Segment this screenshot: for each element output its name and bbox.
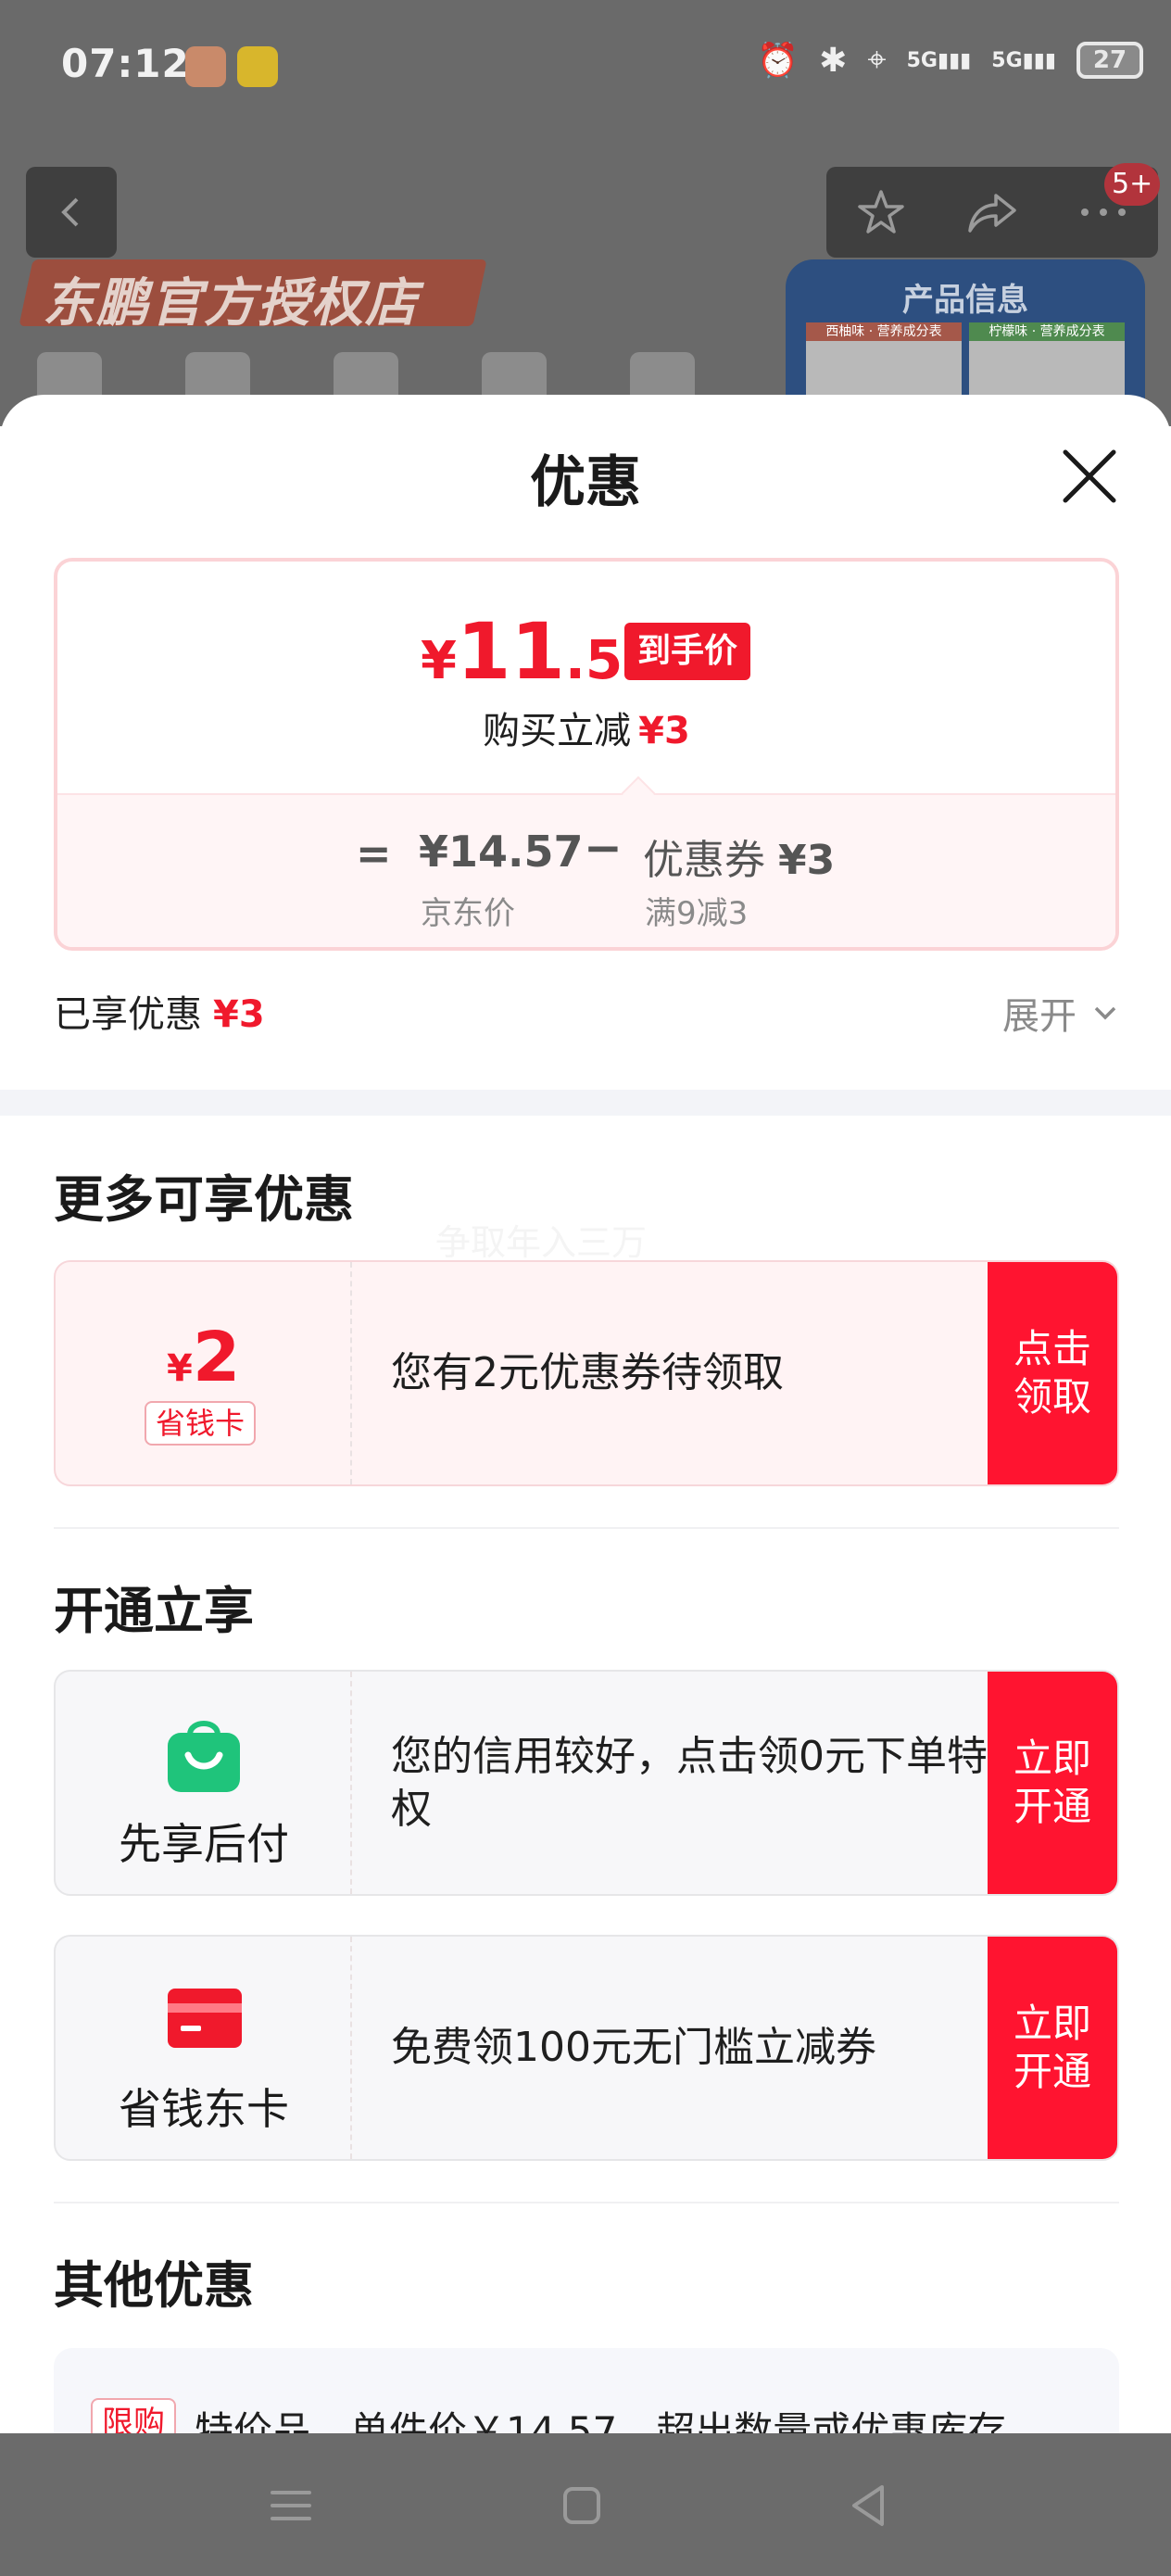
activate-button[interactable]: 立即开通 bbox=[988, 1672, 1117, 1894]
savings-card-offer: ¥2 省钱卡 您有2元优惠券待领取 点击领取 bbox=[54, 1260, 1119, 1486]
back-button[interactable] bbox=[26, 167, 117, 258]
status-bar: 07:12 ⏰ ✱ ⌖ 5G▮▮▮ 5G▮▮▮ 27 bbox=[0, 0, 1171, 139]
star-icon[interactable] bbox=[855, 186, 907, 238]
other-discounts-title: 其他优惠 bbox=[54, 2256, 254, 2315]
limit-tag: 限购 bbox=[91, 2398, 176, 2433]
coupon-amount: ¥2 bbox=[167, 1318, 241, 1397]
enjoyed-discount: 已享优惠 ¥3 bbox=[54, 993, 265, 1036]
coupon-condition: 满9减3 bbox=[645, 895, 749, 932]
offer-description: 您有2元优惠券待领取 bbox=[391, 1349, 784, 1397]
jd-price-label: 京东价 bbox=[421, 895, 515, 932]
store-name: 东鹏官方授权店 bbox=[43, 273, 419, 334]
pay-later-offer: 先享后付 您的信用较好，点击领0元下单特权 立即开通 bbox=[54, 1670, 1119, 1896]
other-discount-item: 限购 特价品，单件价￥14.57，超出数量或优惠库存 bbox=[54, 2348, 1119, 2433]
more-icon[interactable] bbox=[1077, 203, 1129, 221]
savings-jd-card-offer: 省钱东卡 免费领100元无门槛立减券 立即开通 bbox=[54, 1935, 1119, 2161]
back-icon[interactable] bbox=[841, 2478, 897, 2533]
home-icon[interactable] bbox=[554, 2478, 610, 2533]
price-breakdown: = ¥14.57 京东价 − 优惠券 ¥3 满9减3 bbox=[57, 793, 1115, 947]
minus-sign: − bbox=[584, 821, 623, 875]
discount-sheet: 优惠 ¥11.57 到手价 购买立减 ¥3 = ¥14.57 京东价 − 优惠券 … bbox=[0, 395, 1171, 2433]
equals-sign: = bbox=[356, 828, 392, 878]
activate-button[interactable]: 立即开通 bbox=[988, 1937, 1117, 2159]
coupon-deduction: 优惠券 ¥3 bbox=[643, 837, 836, 884]
savings-jd-card-label: 省钱东卡 bbox=[119, 2084, 289, 2134]
savings-card-tag: 省钱卡 bbox=[145, 1401, 257, 1446]
open-now-title: 开通立享 bbox=[54, 1582, 254, 1640]
offer-description: 免费领100元无门槛立减券 bbox=[391, 2024, 876, 2072]
divider bbox=[54, 2202, 1119, 2203]
pay-later-label: 先享后付 bbox=[119, 1819, 289, 1869]
offer-left: ¥2 省钱卡 bbox=[56, 1262, 352, 1484]
app-notification-icon bbox=[237, 46, 278, 87]
navigation-bar bbox=[0, 2433, 1171, 2576]
expand-button[interactable]: 展开 bbox=[1002, 986, 1077, 1040]
share-icon[interactable] bbox=[964, 186, 1020, 238]
offer-description: 您的信用较好，点击领0元下单特权 bbox=[391, 1732, 988, 1833]
battery-icon: 27 bbox=[1077, 42, 1143, 79]
other-discount-text: 特价品，单件价￥14.57，超出数量或优惠库存 bbox=[195, 2408, 1007, 2433]
jd-price: ¥14.57 bbox=[419, 827, 584, 877]
system-icons: ⏰ ✱ ⌖ 5G▮▮▮ 5G▮▮▮ 27 bbox=[757, 41, 1143, 80]
section-divider bbox=[0, 1090, 1171, 1116]
price-summary-card: ¥11.57 到手价 购买立减 ¥3 = ¥14.57 京东价 − 优惠券 ¥3 … bbox=[54, 558, 1119, 951]
offer-left: 省钱东卡 bbox=[56, 1937, 352, 2159]
signal-2-icon: 5G▮▮▮ bbox=[991, 48, 1056, 72]
sheet-title: 优惠 bbox=[530, 450, 641, 515]
alarm-icon: ⏰ bbox=[757, 42, 800, 80]
price-summary-top: ¥11.57 到手价 购买立减 ¥3 bbox=[57, 562, 1115, 793]
divider bbox=[54, 1527, 1119, 1529]
watermark-text: 争取年入三万 bbox=[435, 1222, 648, 1263]
claim-button[interactable]: 点击领取 bbox=[988, 1262, 1117, 1484]
shopping-bag-icon bbox=[168, 1721, 240, 1792]
status-time: 07:12 bbox=[61, 41, 190, 86]
background-page: 07:12 ⏰ ✱ ⌖ 5G▮▮▮ 5G▮▮▮ 27 5+ 东鹏官方授权店 产品… bbox=[0, 0, 1171, 426]
chevron-down-icon[interactable] bbox=[1091, 999, 1119, 1027]
card-icon bbox=[168, 1989, 242, 2048]
more-discounts-title: 更多可享优惠 bbox=[54, 1170, 354, 1229]
app-notification-icon bbox=[185, 46, 226, 87]
chevron-left-icon bbox=[61, 197, 79, 227]
bluetooth-icon: ✱ bbox=[819, 41, 848, 80]
final-price-tag: 到手价 bbox=[624, 623, 751, 680]
instant-discount: 购买立减 ¥3 bbox=[483, 710, 690, 752]
signal-1-icon: 5G▮▮▮ bbox=[906, 48, 972, 72]
close-icon[interactable] bbox=[1058, 445, 1121, 508]
menu-icon[interactable] bbox=[263, 2478, 319, 2533]
message-badge: 5+ bbox=[1104, 163, 1161, 206]
offer-left: 先享后付 bbox=[56, 1672, 352, 1894]
product-info-title: 产品信息 bbox=[902, 282, 1028, 319]
location-icon: ⌖ bbox=[867, 41, 887, 79]
